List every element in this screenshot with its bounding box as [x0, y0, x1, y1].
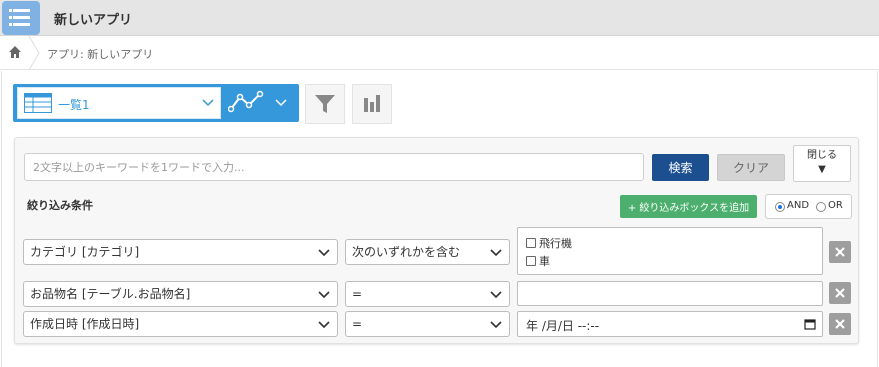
chevron-down-icon — [318, 249, 330, 257]
breadcrumb-current[interactable]: アプリ: 新しいアプリ — [47, 46, 153, 62]
chevron-down-icon — [490, 291, 502, 299]
clear-button[interactable]: クリア — [717, 154, 785, 181]
filter-conditions-heading: 絞り込み条件 — [27, 199, 93, 212]
delete-filter-button[interactable] — [829, 282, 851, 304]
filter-field-value: お品物名 [テーブル.お品物名] — [30, 287, 191, 301]
filter-operator-value: 次のいずれかを含む — [352, 245, 461, 259]
graph-button[interactable] — [352, 84, 392, 124]
home-icon[interactable] — [8, 45, 22, 59]
delete-filter-button[interactable] — [829, 313, 851, 335]
filter-operator-select[interactable]: = — [345, 281, 510, 307]
filter-field-select[interactable]: カテゴリ [カテゴリ] — [23, 239, 338, 265]
table-icon — [24, 93, 52, 113]
calendar-icon[interactable] — [804, 318, 816, 330]
close-icon — [835, 288, 845, 298]
option-label[interactable]: 車 — [539, 253, 550, 269]
view-select-label: 一覧1 — [58, 98, 90, 112]
and-or-toggle: AND OR — [765, 194, 852, 219]
filter-field-value: 作成日時 [作成日時] — [30, 317, 140, 331]
option-checkbox[interactable] — [526, 256, 536, 266]
or-radio-label[interactable]: OR — [828, 200, 843, 211]
filter-operator-select[interactable]: 次のいずれかを含む — [345, 239, 510, 265]
list-icon[interactable] — [2, 1, 40, 35]
bar-chart-icon — [364, 95, 380, 112]
close-icon — [835, 319, 845, 329]
filter-field-select[interactable]: 作成日時 [作成日時] — [23, 311, 338, 337]
option-checkbox[interactable] — [526, 238, 536, 248]
and-radio[interactable] — [775, 202, 785, 212]
filter-button[interactable] — [305, 84, 345, 124]
chevron-down-icon — [490, 321, 502, 329]
filter-operator-value: = — [352, 287, 363, 301]
or-radio[interactable] — [816, 202, 826, 212]
category-options-box: 飛行機 車 — [517, 227, 823, 275]
filter-field-value: カテゴリ [カテゴリ] — [30, 245, 140, 259]
chevron-down-icon — [202, 99, 214, 107]
graph-icon[interactable] — [228, 90, 266, 114]
chevron-down-icon — [318, 291, 330, 299]
app-title: 新しいアプリ — [54, 13, 133, 28]
search-button[interactable]: 検索 — [652, 154, 709, 181]
date-time-value: 年 /月/日 --:-- — [526, 319, 600, 333]
date-time-input[interactable]: 年 /月/日 --:-- — [517, 311, 823, 337]
triangle-down-icon: ▼ — [818, 164, 826, 175]
and-radio-label[interactable]: AND — [787, 200, 809, 211]
filter-operator-select[interactable]: = — [345, 311, 510, 337]
delete-filter-button[interactable] — [829, 241, 851, 263]
chevron-down-icon[interactable] — [275, 99, 287, 107]
add-filter-box-button[interactable]: + 絞り込みボックスを追加 — [620, 195, 757, 218]
chevron-down-icon — [490, 249, 502, 257]
filter-icon — [315, 95, 335, 113]
breadcrumb: アプリ: 新しいアプリ — [0, 36, 879, 70]
close-panel-button[interactable]: 閉じる ▼ — [793, 145, 851, 182]
option-label[interactable]: 飛行機 — [539, 235, 572, 251]
filter-value-input[interactable] — [517, 281, 823, 306]
app-header: 新しいアプリ — [0, 0, 879, 36]
chevron-down-icon — [318, 321, 330, 329]
keyword-search-input[interactable] — [24, 153, 644, 181]
breadcrumb-separator-icon — [28, 36, 40, 70]
filter-field-select[interactable]: お品物名 [テーブル.お品物名] — [23, 281, 338, 307]
close-icon — [835, 247, 845, 257]
filter-operator-value: = — [352, 317, 363, 331]
close-label: 閉じる — [807, 150, 837, 161]
